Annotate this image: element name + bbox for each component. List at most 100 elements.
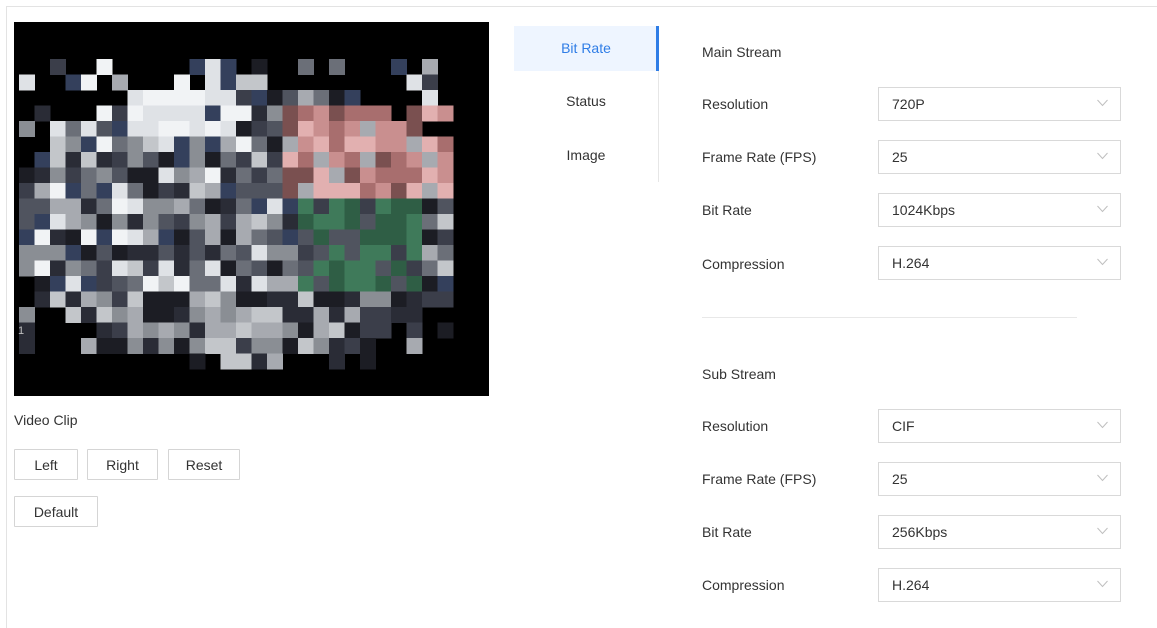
mosaic-cell: [360, 245, 376, 261]
mosaic-cell: [143, 90, 159, 106]
mosaic-cell: [282, 307, 299, 323]
mosaic-cell: [329, 214, 345, 230]
left-button[interactable]: Left: [14, 449, 78, 480]
mosaic-cell: [50, 276, 66, 292]
mosaic-cell: [267, 105, 283, 122]
main-compression-select[interactable]: H.264: [878, 246, 1121, 280]
default-button[interactable]: Default: [14, 496, 98, 527]
main-frame-rate-select[interactable]: 25: [878, 140, 1121, 174]
sub-compression-select[interactable]: H.264: [878, 568, 1121, 602]
mosaic-cell: [112, 74, 128, 91]
reset-button[interactable]: Reset: [168, 449, 240, 480]
mosaic-cell: [298, 229, 314, 246]
mosaic-cell: [360, 198, 376, 215]
mosaic-cell: [298, 291, 314, 308]
mosaic-cell: [422, 74, 438, 91]
main-bit-rate-select[interactable]: 1024Kbps: [878, 193, 1121, 227]
mosaic-cell: [65, 291, 82, 308]
mosaic-cell: [236, 245, 252, 261]
mosaic-cell: [251, 105, 268, 122]
mosaic-cell: [437, 183, 454, 199]
sub-resolution-select[interactable]: CIF: [878, 409, 1121, 443]
mosaic-cell: [112, 322, 128, 339]
mosaic-cell: [375, 121, 392, 137]
mosaic-cell: [34, 198, 51, 215]
mosaic-cell: [65, 152, 82, 168]
mosaic-cell: [236, 353, 252, 370]
chevron-down-icon: [1097, 205, 1108, 213]
tab-image[interactable]: Image: [514, 133, 658, 178]
mosaic-cell: [360, 229, 376, 246]
mosaic-cell: [344, 121, 361, 137]
main-frame-rate-label: Frame Rate (FPS): [702, 149, 817, 165]
mosaic-cell: [329, 229, 345, 246]
mosaic-cell: [360, 121, 376, 137]
mosaic-cell: [267, 307, 283, 323]
mosaic-cell: [96, 229, 113, 246]
mosaic-cell: [375, 214, 392, 230]
mosaic-cell: [298, 121, 314, 137]
mosaic-cell: [251, 353, 268, 370]
mosaic-cell: [220, 291, 237, 308]
mosaic-cell: [174, 214, 190, 230]
mosaic-cell: [220, 322, 237, 339]
mosaic-cell: [112, 338, 128, 354]
main-compression-label: Compression: [702, 256, 785, 272]
mosaic-cell: [96, 183, 113, 199]
mosaic-cell: [81, 338, 97, 354]
mosaic-cell: [267, 322, 283, 339]
mosaic-cell: [34, 152, 51, 168]
mosaic-cell: [143, 338, 159, 354]
mosaic-cell: [406, 338, 423, 354]
mosaic-cell: [112, 276, 128, 292]
mosaic-cell: [19, 214, 35, 230]
mosaic-cell: [406, 183, 423, 199]
main-resolution-select[interactable]: 720P: [878, 87, 1121, 121]
mosaic-cell: [189, 136, 206, 153]
mosaic-cell: [158, 245, 175, 261]
mosaic-cell: [344, 338, 361, 354]
mosaic-cell: [34, 105, 51, 122]
mosaic-cell: [205, 276, 221, 292]
tab-status[interactable]: Status: [514, 79, 658, 124]
mosaic-cell: [143, 291, 159, 308]
mosaic-cell: [220, 260, 237, 277]
mosaic-cell: [282, 136, 299, 153]
video-preview[interactable]: 1: [14, 22, 489, 396]
mosaic-cell: [158, 214, 175, 230]
channel-number: 1: [18, 325, 25, 337]
mosaic-cell: [189, 90, 206, 106]
mosaic-cell: [282, 229, 299, 246]
mosaic-cell: [267, 338, 283, 354]
mosaic-cell: [344, 105, 361, 122]
mosaic-cell: [205, 245, 221, 261]
mosaic-cell: [158, 229, 175, 246]
mosaic-cell: [158, 105, 175, 122]
mosaic-cell: [50, 121, 66, 137]
mosaic-cell: [65, 214, 82, 230]
mosaic-cell: [34, 276, 51, 292]
mosaic-cell: [391, 229, 407, 246]
mosaic-cell: [127, 229, 144, 246]
mosaic-cell: [360, 291, 376, 308]
mosaic-cell: [127, 152, 144, 168]
mosaic-cell: [220, 229, 237, 246]
mosaic-cell: [313, 229, 330, 246]
mosaic-cell: [65, 307, 82, 323]
sub-frame-rate-select[interactable]: 25: [878, 462, 1121, 496]
mosaic-cell: [143, 276, 159, 292]
mosaic-cell: [19, 245, 35, 261]
mosaic-cell: [174, 338, 190, 354]
right-button[interactable]: Right: [87, 449, 158, 480]
tab-bit-rate[interactable]: Bit Rate: [514, 26, 659, 71]
sub-resolution-value: CIF: [892, 418, 915, 434]
mosaic-cell: [329, 183, 345, 199]
mosaic-cell: [298, 307, 314, 323]
sub-stream-title: Sub Stream: [702, 366, 776, 382]
mosaic-cell: [81, 136, 97, 153]
mosaic-cell: [220, 167, 237, 184]
sub-bit-rate-select[interactable]: 256Kbps: [878, 515, 1121, 549]
mosaic-cell: [406, 167, 423, 184]
mosaic-cell: [391, 276, 407, 292]
chevron-down-icon: [1097, 152, 1108, 160]
